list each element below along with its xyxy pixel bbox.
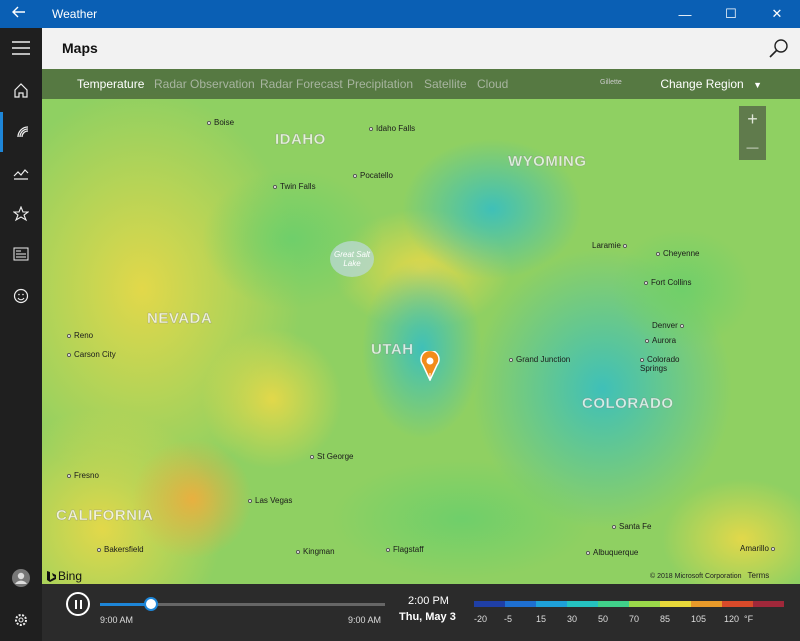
state-label: UTAH — [371, 341, 414, 358]
life-icon[interactable] — [0, 276, 42, 316]
city-label: Flagstaff — [386, 545, 424, 554]
city-label: Boise — [207, 118, 234, 127]
legend-label: 70 — [629, 614, 640, 624]
city-label: Las Vegas — [248, 496, 292, 505]
city-label: Idaho Falls — [369, 124, 415, 133]
legend-swatch — [474, 601, 505, 607]
tab-cloud[interactable]: Cloud — [477, 77, 508, 91]
city-label: Denver — [652, 321, 687, 330]
legend-swatch — [722, 601, 753, 607]
terms-link[interactable]: Terms — [748, 571, 770, 580]
title-bar: Weather — ☐ ✕ — [0, 0, 800, 28]
state-label: NEVADA — [147, 310, 213, 327]
lake-label: Great Salt Lake — [333, 250, 370, 268]
city-label: St George — [310, 452, 353, 461]
legend-swatch — [691, 601, 722, 607]
legend-swatch — [536, 601, 567, 607]
tab-satellite[interactable]: Satellite — [424, 77, 467, 91]
copyright-text: © 2018 Microsoft Corporation Terms — [650, 571, 769, 580]
legend-label: °F — [744, 614, 754, 624]
timeline-slider-thumb[interactable] — [144, 597, 159, 611]
change-region-label: Change Region — [660, 77, 744, 91]
city-label: Cheyenne — [656, 249, 699, 258]
legend-label: 15 — [536, 614, 547, 624]
pause-icon[interactable] — [66, 592, 90, 616]
tab-radar-observation[interactable]: Radar Observation — [154, 77, 255, 91]
city-label: Fresno — [67, 471, 99, 480]
legend-label: -5 — [504, 614, 513, 624]
legend-swatch — [567, 601, 598, 607]
close-button[interactable]: ✕ — [754, 0, 800, 28]
layer-tab-bar: Temperature Radar Observation Radar Fore… — [42, 69, 800, 99]
temperature-legend — [474, 601, 784, 607]
tab-radar-forecast[interactable]: Radar Forecast — [260, 77, 343, 91]
zoom-in-button[interactable]: + — [739, 106, 766, 133]
legend-swatch — [598, 601, 629, 607]
city-label: Gillette — [600, 79, 622, 86]
legend-label: 105 — [691, 614, 707, 624]
caret-down-icon: ▼ — [753, 80, 762, 90]
legend-label: 50 — [598, 614, 609, 624]
maximize-button[interactable]: ☐ — [708, 0, 754, 28]
maps-icon[interactable] — [0, 112, 42, 152]
end-time: 9:00 AM — [348, 615, 382, 625]
city-label: Amarillo — [740, 544, 778, 553]
tab-precipitation[interactable]: Precipitation — [347, 77, 413, 91]
news-icon[interactable] — [0, 234, 42, 274]
state-label: IDAHO — [275, 131, 326, 148]
page-header: Maps — [42, 28, 800, 69]
bing-logo: Bing — [46, 569, 82, 583]
copyright-label: © 2018 Microsoft Corporation — [650, 573, 742, 580]
bing-icon — [47, 570, 56, 582]
location-pin-icon[interactable] — [419, 349, 441, 386]
city-label: Aurora — [645, 336, 676, 345]
legend-label: 120 — [724, 614, 740, 624]
page-title: Maps — [62, 40, 98, 56]
start-time: 9:00 AM — [100, 615, 134, 625]
current-date: Thu, May 3 — [399, 611, 456, 623]
temperature-legend-labels: -20 -5 15 30 50 70 85 105 120 °F — [474, 614, 774, 626]
change-region-dropdown[interactable]: Change Region ▼ — [660, 77, 762, 91]
historical-weather-icon[interactable] — [0, 152, 42, 192]
state-label: CALIFORNIA — [56, 507, 154, 524]
legend-swatch — [505, 601, 536, 607]
city-label: Colorado Springs — [640, 355, 680, 373]
back-arrow-icon[interactable] — [12, 5, 26, 24]
settings-icon[interactable] — [0, 600, 42, 640]
city-label: Laramie — [592, 241, 630, 250]
city-label: Fort Collins — [644, 278, 691, 287]
legend-label: 30 — [567, 614, 578, 624]
state-label: COLORADO — [582, 395, 674, 412]
favorites-icon[interactable] — [0, 194, 42, 234]
zoom-control: + — — [739, 106, 766, 160]
search-icon[interactable] — [768, 38, 790, 60]
timeline-player: 9:00 AM 9:00 AM 2:00 PM Thu, May 3 -20 -5… — [42, 584, 800, 641]
account-icon[interactable] — [0, 558, 42, 598]
legend-label: -20 — [474, 614, 488, 624]
city-label: Reno — [67, 331, 93, 340]
legend-swatch — [753, 601, 784, 607]
weather-map[interactable]: IDAHO WYOMING NEVADA UTAH COLORADO CALIF… — [42, 69, 800, 584]
bing-label: Bing — [58, 569, 83, 583]
legend-swatch — [629, 601, 660, 607]
city-label: Carson City — [67, 350, 116, 359]
city-label: Bakersfield — [97, 545, 144, 554]
city-label: Albuquerque — [586, 548, 638, 557]
city-label: Santa Fe — [612, 522, 651, 531]
navigation-rail — [0, 28, 42, 641]
hamburger-menu-icon[interactable] — [0, 28, 42, 68]
city-label: Pocatello — [353, 171, 393, 180]
app-title: Weather — [52, 7, 98, 21]
state-label: WYOMING — [508, 153, 587, 170]
legend-label: 85 — [660, 614, 671, 624]
tab-temperature[interactable]: Temperature — [77, 77, 144, 91]
zoom-out-button[interactable]: — — [739, 133, 766, 160]
legend-swatch — [660, 601, 691, 607]
home-icon[interactable] — [0, 70, 42, 110]
city-label: Twin Falls — [273, 182, 316, 191]
city-label: Kingman — [296, 547, 335, 556]
current-time: 2:00 PM — [408, 595, 449, 607]
city-label: Grand Junction — [509, 355, 570, 364]
minimize-button[interactable]: — — [662, 0, 708, 28]
